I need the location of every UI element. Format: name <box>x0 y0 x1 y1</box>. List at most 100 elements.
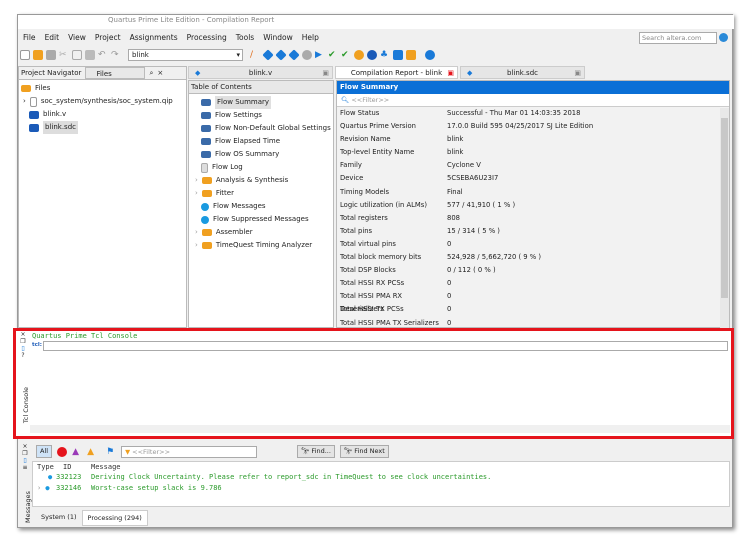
find-next-button[interactable]: 🔭︎ Find Next <box>339 445 389 458</box>
tab-system[interactable]: System (1) <box>36 510 82 526</box>
toc-item[interactable]: Flow Summary <box>193 96 333 109</box>
report-row[interactable]: Top-level Entity Name blink <box>337 146 719 159</box>
critical-warning-filter-icon[interactable]: ▲ <box>72 447 82 457</box>
chevron-right-icon[interactable]: › <box>23 95 26 108</box>
chat-icon[interactable] <box>425 50 435 60</box>
toc-item[interactable]: › Assembler <box>193 226 333 239</box>
elaboration-icon[interactable] <box>275 49 287 61</box>
tab-blink-sdc[interactable]: ◆ blink.sdc ▣ <box>460 66 585 79</box>
help-icon[interactable]: ? <box>18 352 28 359</box>
chevron-right-icon[interactable]: › <box>195 187 198 200</box>
pencil-icon[interactable]: / <box>250 50 260 60</box>
synthesis-icon[interactable] <box>288 49 300 61</box>
report-row[interactable]: Total DSP Blocks 0 / 112 ( 0 % ) <box>337 264 719 277</box>
report-row[interactable]: Total virtual pins 0 <box>337 238 719 251</box>
cut-icon[interactable]: ✂ <box>59 50 69 60</box>
menu-tools[interactable]: Tools <box>236 31 254 45</box>
pin-icon[interactable]: ▯ <box>20 457 30 464</box>
pin-planner-icon[interactable] <box>393 50 403 60</box>
menu-edit[interactable]: Edit <box>45 31 60 45</box>
close-icon[interactable]: ▣ <box>574 67 581 80</box>
report-row[interactable]: Device 5CSEBA6U23I7 <box>337 172 719 185</box>
column-type[interactable]: Type <box>33 462 63 472</box>
report-row[interactable]: Total block memory bits 524,928 / 5,662,7… <box>337 251 719 264</box>
toc-item[interactable]: › TimeQuest Timing Analyzer <box>193 239 333 252</box>
chevron-right-icon[interactable]: › <box>195 174 198 187</box>
toc-item[interactable]: Flow OS Summary <box>193 148 333 161</box>
toc-item[interactable]: › Analysis & Synthesis <box>193 174 333 187</box>
menu-help[interactable]: Help <box>302 31 319 45</box>
message-row[interactable]: ● 332123 Deriving Clock Uncertainty. Ple… <box>33 472 729 483</box>
close-icon[interactable]: × <box>18 331 28 338</box>
netlist-icon[interactable]: ♣ <box>380 50 390 60</box>
toc-item[interactable]: Flow Messages <box>193 200 333 213</box>
toc-item[interactable]: Flow Non-Default Global Settings <box>193 122 333 135</box>
horizontal-scrollbar[interactable] <box>30 425 730 433</box>
close-icon[interactable]: × <box>157 67 163 79</box>
chevron-right-icon[interactable]: › <box>195 239 198 252</box>
search-icon[interactable]: ⌕ <box>149 67 153 79</box>
report-filter-input[interactable]: 🔍︎ <<Filter>> <box>337 94 729 107</box>
toc-item[interactable]: Flow Elapsed Time <box>193 135 333 148</box>
fitter-icon[interactable]: ✔ <box>341 50 351 60</box>
report-row[interactable]: Total HSSI PMA RX Deserializers 0 <box>337 290 719 313</box>
paste-icon[interactable] <box>85 50 95 60</box>
report-icon[interactable] <box>354 50 364 60</box>
report-row[interactable]: Quartus Prime Version 17.0.0 Build 595 04… <box>337 120 719 133</box>
tab-blink-v[interactable]: ◆ blink.v ▣ <box>188 66 333 79</box>
report-row[interactable]: Flow Status Successful - Thu Mar 01 14:03… <box>337 107 719 120</box>
close-icon[interactable]: ▣ <box>322 67 329 80</box>
report-row[interactable]: Family Cyclone V <box>337 159 719 172</box>
toc-item[interactable]: › Fitter <box>193 187 333 200</box>
toc-item[interactable]: Flow Suppressed Messages <box>193 213 333 226</box>
copy-icon[interactable] <box>72 50 82 60</box>
all-filter-button[interactable]: All <box>36 445 53 458</box>
save-icon[interactable] <box>46 50 56 60</box>
column-message[interactable]: Message <box>91 462 121 472</box>
search-input[interactable]: Search altera.com <box>639 32 717 44</box>
redo-icon[interactable]: ↷ <box>111 50 121 60</box>
menu-project[interactable]: Project <box>95 31 121 45</box>
tree-root[interactable]: Files <box>21 82 184 95</box>
menu-icon[interactable]: ≡ <box>20 464 30 471</box>
tree-item-blink-sdc[interactable]: blink.sdc <box>21 121 184 134</box>
undo-icon[interactable]: ↶ <box>98 50 108 60</box>
message-row[interactable]: › ● 332146 Worst-case setup slack is 9.7… <box>33 483 729 494</box>
navigator-view-select[interactable]: Files <box>85 67 146 79</box>
message-filter-input[interactable]: ▼ <<Filter>> <box>121 445 258 458</box>
find-button[interactable]: 🔭︎ Find... <box>297 445 335 458</box>
open-icon[interactable] <box>33 50 43 60</box>
menu-file[interactable]: File <box>23 31 36 45</box>
report-row[interactable]: Total pins 15 / 314 ( 5 % ) <box>337 225 719 238</box>
check-icon[interactable]: ✔ <box>328 50 338 60</box>
new-file-icon[interactable] <box>20 50 30 60</box>
stop-icon[interactable] <box>302 50 312 60</box>
timequest-icon[interactable] <box>367 50 377 60</box>
report-row[interactable]: Total registers 808 <box>337 212 719 225</box>
tab-processing[interactable]: Processing (294) <box>81 510 148 526</box>
close-icon[interactable]: ▣ <box>447 67 454 80</box>
close-icon[interactable]: × <box>20 443 30 450</box>
report-row[interactable]: Total HSSI TX PCSs 0 <box>337 303 719 316</box>
globe-icon[interactable] <box>719 33 728 42</box>
menu-view[interactable]: View <box>68 31 86 45</box>
tree-item-qip[interactable]: › soc_system/synthesis/soc_system.qip <box>21 95 184 108</box>
report-row[interactable]: Revision Name blink <box>337 133 719 146</box>
tab-compilation-report[interactable]: Compilation Report - blink ▣ <box>335 66 458 79</box>
report-row[interactable]: Total HSSI RX PCSs 0 <box>337 277 719 290</box>
toc-item[interactable]: Flow Log <box>193 161 333 174</box>
float-icon[interactable]: ❐ <box>18 338 28 345</box>
vertical-scrollbar[interactable] <box>720 108 729 328</box>
menu-processing[interactable]: Processing <box>187 31 227 45</box>
float-icon[interactable]: ❐ <box>20 450 30 457</box>
warning-filter-icon[interactable]: ▲ <box>87 447 97 457</box>
pin-icon[interactable]: ▯ <box>18 345 28 352</box>
tree-item-blink-v[interactable]: blink.v <box>21 108 184 121</box>
start-compilation-icon[interactable]: ▶ <box>315 50 325 60</box>
suppress-filter-icon[interactable]: ⚑ <box>106 447 116 457</box>
error-filter-icon[interactable] <box>57 446 68 457</box>
revision-select[interactable]: blink <box>128 49 243 61</box>
toc-item[interactable]: Flow Settings <box>193 109 333 122</box>
analysis-icon[interactable] <box>262 49 274 61</box>
programmer-icon[interactable] <box>406 50 416 60</box>
